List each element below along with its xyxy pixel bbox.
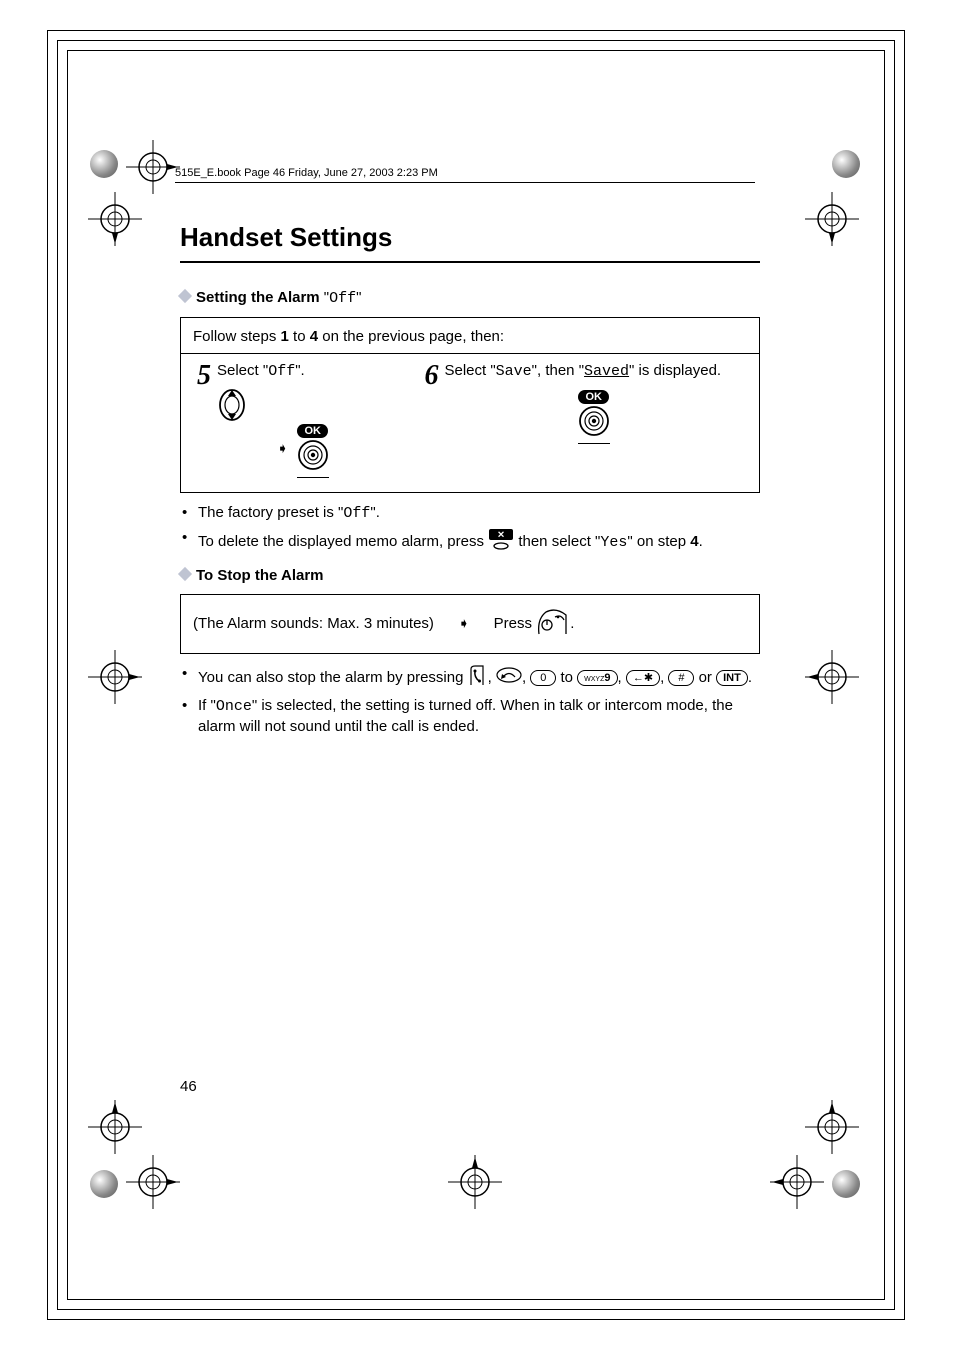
step-6: 6 Select "Save", then "Saved" is display… <box>424 362 743 478</box>
header-rule <box>175 182 755 183</box>
registration-crosshair-icon <box>88 192 142 251</box>
stop-alarm-box: (The Alarm sounds: Max. 3 minutes) ➧ Pre… <box>180 594 760 654</box>
power-off-key-icon <box>536 609 570 639</box>
steps-box: Follow steps 1 to 4 on the previous page… <box>180 317 760 493</box>
registration-ball-icon <box>90 1170 118 1198</box>
registration-ball-icon <box>832 150 860 178</box>
ok-softkey-icon: OK <box>578 390 609 404</box>
header-strip: 515E_E.book Page 46 Friday, June 27, 200… <box>175 167 445 179</box>
registration-crosshair-icon <box>88 1100 142 1159</box>
registration-crosshair-icon <box>805 1100 859 1159</box>
step-5: 5 Select "Off". ➧ OK <box>197 362 404 478</box>
step-number-5: 5 <box>197 362 211 390</box>
note-delete-memo: To delete the displayed memo alarm, pres… <box>180 528 760 556</box>
registration-crosshair-icon <box>448 1155 502 1214</box>
registration-crosshair-icon <box>805 192 859 251</box>
navigator-up-down-icon <box>197 388 404 422</box>
joystick-center-icon <box>297 439 329 471</box>
key-9-icon: WXYZ9 <box>577 670 617 686</box>
svg-text:✕: ✕ <box>497 530 505 540</box>
steps-intro: Follow steps 1 to 4 on the previous page… <box>193 328 747 345</box>
registration-crosshair-icon <box>805 650 859 709</box>
registration-ball-icon <box>832 1170 860 1198</box>
delete-softkey-icon: ✕ <box>488 528 514 556</box>
key-int-icon: INT <box>716 670 748 686</box>
note-once-mode: If "Once" is selected, the setting is tu… <box>180 696 760 738</box>
registration-crosshair-icon <box>770 1155 824 1214</box>
diamond-bullet-icon <box>178 289 192 303</box>
page-number: 46 <box>180 1078 197 1095</box>
key-0-icon: 0 <box>530 670 556 686</box>
note-factory-preset: The factory preset is "Off". <box>180 503 760 524</box>
talk-key-icon <box>468 664 488 692</box>
section-to-stop-alarm: To Stop the Alarm <box>180 567 760 584</box>
registration-crosshair-icon <box>88 650 142 709</box>
registration-crosshair-icon <box>126 1155 180 1214</box>
key-star-icon: ←✱ <box>626 670 660 686</box>
registration-crosshair-icon <box>126 140 180 199</box>
title-rule <box>180 261 760 263</box>
diamond-bullet-icon <box>178 566 192 580</box>
key-hash-icon: # <box>668 670 694 686</box>
page-content: Handset Settings Setting the Alarm "Off"… <box>180 222 760 747</box>
step-number-6: 6 <box>424 362 438 390</box>
arrow-right-icon: ➧ <box>458 615 470 632</box>
section-setting-alarm-off: Setting the Alarm "Off" <box>180 289 760 307</box>
page-title: Handset Settings <box>180 222 760 253</box>
arrow-right-icon: ➧ <box>277 440 289 457</box>
alarm-duration-text: (The Alarm sounds: Max. 3 minutes) <box>193 615 434 632</box>
notes-list-1: The factory preset is "Off". To delete t… <box>180 503 760 557</box>
registration-ball-icon <box>90 150 118 178</box>
joystick-center-icon <box>578 405 610 437</box>
press-power-text: Press . <box>494 609 575 639</box>
notes-list-2: You can also stop the alarm by pressing … <box>180 664 760 738</box>
ok-softkey-icon: OK <box>297 424 328 438</box>
redial-key-icon <box>496 667 522 689</box>
note-stop-alternatives: You can also stop the alarm by pressing … <box>180 664 760 692</box>
